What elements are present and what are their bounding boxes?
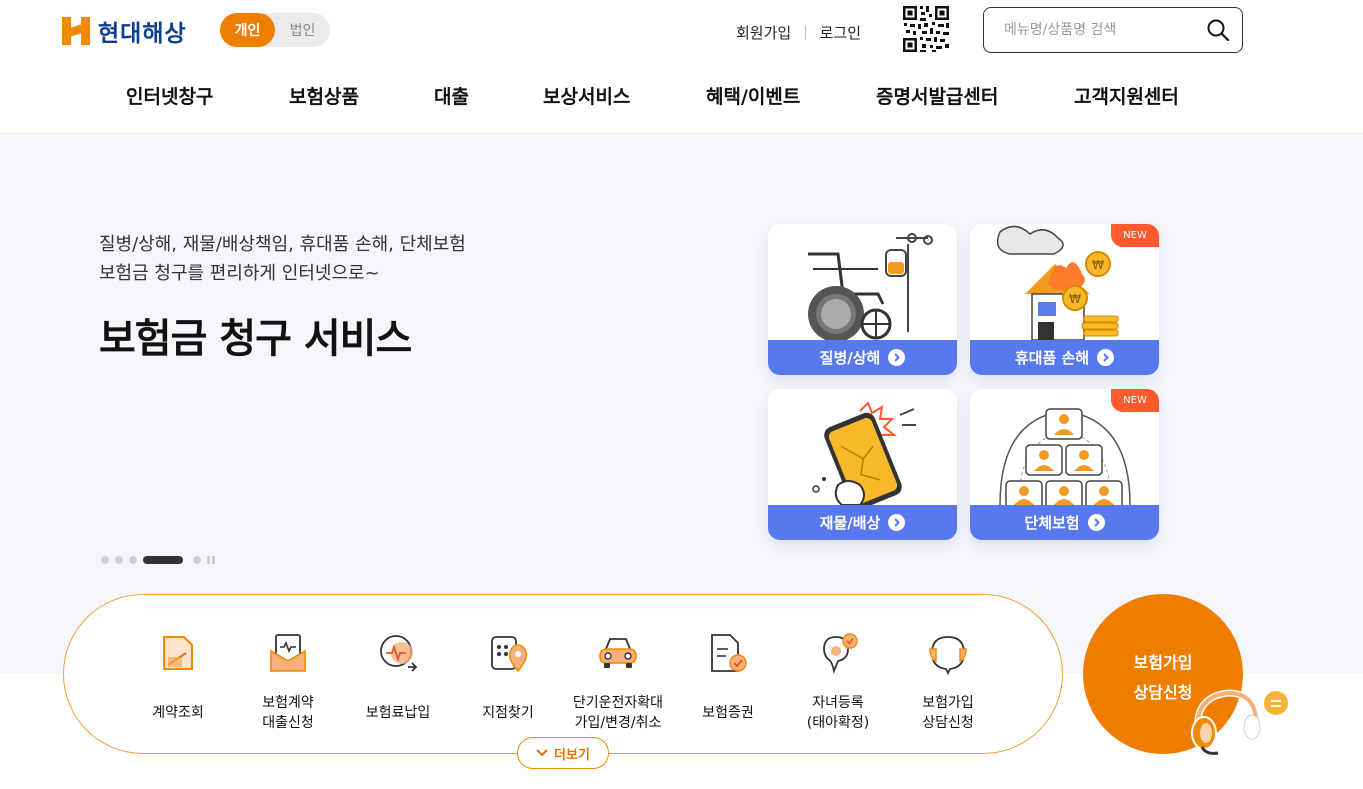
- card-bar: 질병/상해: [768, 340, 957, 375]
- segment-personal[interactable]: 개인: [220, 13, 275, 47]
- quick-contract-inquiry[interactable]: 계약조회: [123, 631, 233, 733]
- quick-insurance-certificate[interactable]: 보험증권: [673, 631, 783, 733]
- quick-label: 보험료납입: [365, 705, 431, 721]
- qr-code-icon[interactable]: [902, 4, 950, 54]
- claim-card-belongings[interactable]: ₩ ₩ NEW 휴대품 손해: [970, 224, 1159, 375]
- certificate-icon: [711, 634, 747, 672]
- segment-corporate[interactable]: 법인: [275, 13, 330, 47]
- slide-dot[interactable]: [193, 556, 201, 564]
- broken-phone-icon: [812, 401, 916, 505]
- logo-text: 현대해상: [98, 21, 187, 47]
- search-box: [983, 7, 1243, 53]
- headset-icon: [1191, 689, 1288, 755]
- car-icon: [599, 638, 637, 668]
- claim-card-group[interactable]: NEW 단체보험: [970, 389, 1159, 540]
- quick-child-registration[interactable]: 자녀등록 (태아확정): [783, 631, 893, 733]
- claim-card-property[interactable]: 재물/배상: [768, 389, 957, 540]
- consult-bubble-icon: [929, 636, 967, 676]
- slide-dot-active[interactable]: [143, 556, 183, 564]
- nav-certificate-center[interactable]: 증명서발급센터: [876, 82, 998, 109]
- quick-short-term-driver[interactable]: 단기운전자확대 가입/변경/취소: [563, 631, 673, 733]
- main-navigation: 인터넷창구 보험상품 대출 보상서비스 혜택/이벤트 증명서발급센터 고객지원센…: [0, 78, 1363, 114]
- nav-customer-support[interactable]: 고객지원센터: [1074, 82, 1179, 109]
- nav-internet-window[interactable]: 인터넷창구: [126, 82, 213, 109]
- nav-benefit-event[interactable]: 혜택/이벤트: [706, 82, 800, 109]
- hero-subtitle-line-1: 질병/상해, 재물/배상책임, 휴대품 손해, 단체보험: [99, 234, 466, 255]
- pause-icon[interactable]: [207, 556, 215, 564]
- hero-subtitle: 질병/상해, 재물/배상책임, 휴대품 손해, 단체보험 보험금 청구를 편리하…: [99, 230, 559, 288]
- card-bar: 재물/배상: [768, 505, 957, 540]
- more-label: 더보기: [554, 747, 590, 763]
- card-label: 재물/배상: [819, 514, 881, 532]
- login-link[interactable]: 로그인: [820, 22, 861, 43]
- nav-claim-service[interactable]: 보상서비스: [543, 82, 630, 109]
- quick-menu: 계약조회 보험계약 대출신청 보험료납입 지점찾기 단기운전자확대 가입/변경/…: [63, 594, 1063, 754]
- contract-icon: [163, 636, 193, 670]
- utility-links: 회원가입 | 로그인: [736, 22, 861, 43]
- branch-location-icon: [491, 636, 528, 673]
- quick-label: 보험증권: [702, 705, 754, 721]
- quick-label: 자녀등록 (태아확정): [806, 695, 870, 731]
- hero-subtitle-line-2: 보험금 청구를 편리하게 인터넷으로~: [99, 263, 380, 284]
- quick-label: 단기운전자확대 가입/변경/취소: [572, 695, 664, 731]
- quick-premium-payment[interactable]: 보험료납입: [343, 631, 453, 733]
- svg-text:₩: ₩: [1092, 258, 1104, 272]
- payment-icon: [380, 635, 418, 672]
- site-header: 현대해상 개인 법인 회원가입 | 로그인 인터넷창구 보: [0, 0, 1363, 134]
- nav-insurance-products[interactable]: 보험상품: [289, 82, 359, 109]
- slide-dot[interactable]: [129, 556, 137, 564]
- quick-policy-loan[interactable]: 보험계약 대출신청: [233, 631, 343, 733]
- quick-label: 지점찾기: [482, 705, 534, 721]
- nav-loan[interactable]: 대출: [434, 82, 469, 109]
- quick-label: 계약조회: [152, 705, 204, 721]
- arrow-right-icon: [888, 349, 906, 366]
- svg-text:₩: ₩: [1069, 292, 1081, 306]
- arrow-right-icon: [888, 514, 906, 531]
- card-bar: 단체보험: [970, 505, 1159, 540]
- divider: |: [803, 25, 808, 40]
- card-bar: 휴대품 손해: [970, 340, 1159, 375]
- card-label: 휴대품 손해: [1014, 349, 1090, 367]
- logo-mark-icon: [62, 17, 90, 45]
- new-badge: NEW: [1111, 224, 1159, 247]
- quick-label: 보험계약 대출신청: [262, 695, 314, 731]
- loan-envelope-icon: [270, 634, 306, 672]
- claim-card-illness[interactable]: 질병/상해: [768, 224, 957, 375]
- slide-dot[interactable]: [115, 556, 123, 564]
- quick-consult-request[interactable]: 보험가입 상담신청: [893, 631, 1003, 733]
- join-link[interactable]: 회원가입: [736, 22, 791, 43]
- arrow-right-icon: [1087, 514, 1105, 531]
- wheelchair-icon: [808, 233, 933, 340]
- logo[interactable]: 현대해상: [62, 14, 187, 48]
- quick-label: 보험가입 상담신청: [922, 695, 974, 731]
- customer-type-toggle[interactable]: 개인 법인: [220, 13, 330, 47]
- search-input[interactable]: [1004, 22, 1206, 38]
- slide-indicator: [101, 556, 215, 564]
- slide-dot[interactable]: [101, 556, 109, 564]
- child-icon: [823, 633, 858, 675]
- arrow-right-icon: [1097, 349, 1115, 366]
- search-icon[interactable]: [1206, 18, 1230, 42]
- chevron-down-icon: [536, 749, 548, 757]
- hero-banner: 질병/상해, 재물/배상책임, 휴대품 손해, 단체보험 보험금 청구를 편리하…: [0, 134, 1363, 674]
- card-label: 단체보험: [1024, 514, 1080, 532]
- new-badge: NEW: [1111, 389, 1159, 412]
- quick-branch-finder[interactable]: 지점찾기: [453, 631, 563, 733]
- more-button[interactable]: 더보기: [517, 737, 609, 769]
- hero-title: 보험금 청구 서비스: [99, 316, 412, 362]
- card-label: 질병/상해: [819, 349, 881, 367]
